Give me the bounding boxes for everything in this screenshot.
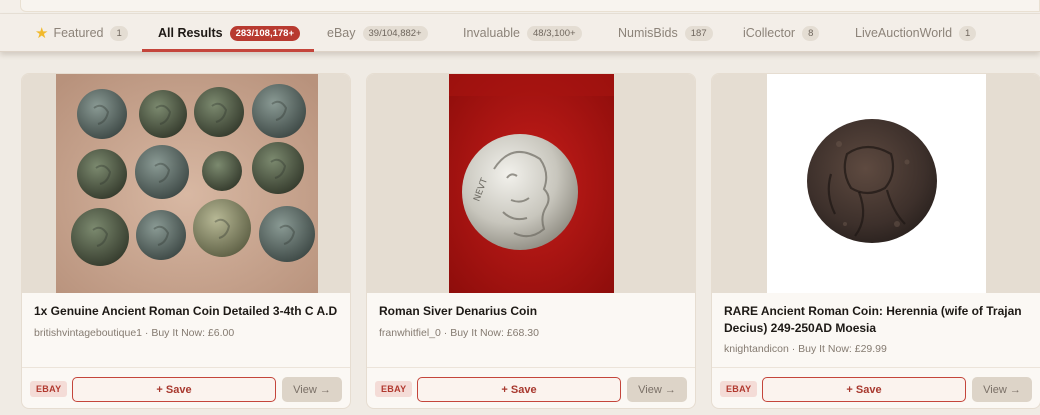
card-seller-price: britishvintageboutique1 · Buy It Now: £6…	[34, 327, 235, 339]
tab-all-results[interactable]: All Results 283/108,178+	[142, 14, 314, 52]
tab-liveauctionworld[interactable]: LiveAuctionWorld 1	[855, 14, 977, 52]
view-button[interactable]: View →	[627, 377, 687, 402]
tab-label: eBay	[327, 26, 356, 40]
source-badge: EBAY	[375, 381, 413, 397]
card-seller-price: franwhitfiel_0 · Buy It Now: £68.30	[379, 327, 539, 339]
tab-count-badge: 187	[684, 25, 713, 41]
tab-invaluable[interactable]: Invaluable 48/3,100+	[463, 14, 582, 52]
card-image-area	[712, 74, 1040, 293]
result-card[interactable]: RARE Ancient Roman Coin: Herennia (wife …	[711, 73, 1040, 409]
card-title[interactable]: RARE Ancient Roman Coin: Herennia (wife …	[724, 303, 1028, 337]
card-divider	[712, 367, 1040, 368]
save-button[interactable]: + Save	[762, 377, 966, 402]
tab-count-badge: 283/108,178+	[229, 25, 300, 41]
tab-label: Invaluable	[463, 26, 520, 40]
tab-label: NumisBids	[618, 26, 678, 40]
tab-count-badge: 39/104,882+	[362, 25, 428, 41]
tab-count-badge: 48/3,100+	[527, 25, 582, 41]
source-badge: EBAY	[30, 381, 68, 397]
tab-icollector[interactable]: iCollector 8	[743, 14, 820, 52]
coin-lot-image[interactable]	[56, 74, 318, 293]
tab-count-badge: 8	[802, 25, 820, 41]
card-title[interactable]: 1x Genuine Ancient Roman Coin Detailed 3…	[34, 303, 338, 320]
tab-ebay[interactable]: eBay 39/104,882+	[327, 14, 428, 52]
card-image-area: NEVT	[367, 74, 695, 293]
active-tab-indicator	[142, 49, 314, 52]
search-bar-edge	[20, 0, 1040, 12]
card-divider	[367, 367, 695, 368]
tab-numisbids[interactable]: NumisBids 187	[618, 14, 713, 52]
source-badge: EBAY	[720, 381, 758, 397]
source-tabs: ★ Featured 1 All Results 283/108,178+ eB…	[0, 14, 1040, 52]
view-button[interactable]: View →	[972, 377, 1032, 402]
tab-count-badge: 1	[110, 25, 128, 41]
view-button[interactable]: View →	[282, 377, 342, 402]
tab-label: LiveAuctionWorld	[855, 26, 953, 40]
card-title[interactable]: Roman Siver Denarius Coin	[379, 303, 683, 320]
denarius-image[interactable]: NEVT	[449, 74, 614, 293]
save-button[interactable]: + Save	[417, 377, 621, 402]
tab-featured[interactable]: ★ Featured 1	[35, 14, 128, 52]
tab-label: iCollector	[743, 26, 796, 40]
card-divider	[22, 367, 350, 368]
result-card[interactable]: NEVT Roman Siver Denarius Coin franwhitf…	[366, 73, 696, 409]
tab-count-badge: 1	[959, 25, 977, 41]
top-strip	[0, 0, 1040, 14]
star-icon: ★	[35, 24, 49, 42]
result-card[interactable]: 1x Genuine Ancient Roman Coin Detailed 3…	[21, 73, 351, 409]
card-image-area	[22, 74, 350, 293]
herennia-coin-image[interactable]	[767, 74, 986, 293]
save-button[interactable]: + Save	[72, 377, 276, 402]
tab-label: Featured	[53, 26, 104, 40]
tab-label: All Results	[158, 26, 223, 40]
card-seller-price: knightandicon · Buy It Now: £29.99	[724, 343, 887, 355]
